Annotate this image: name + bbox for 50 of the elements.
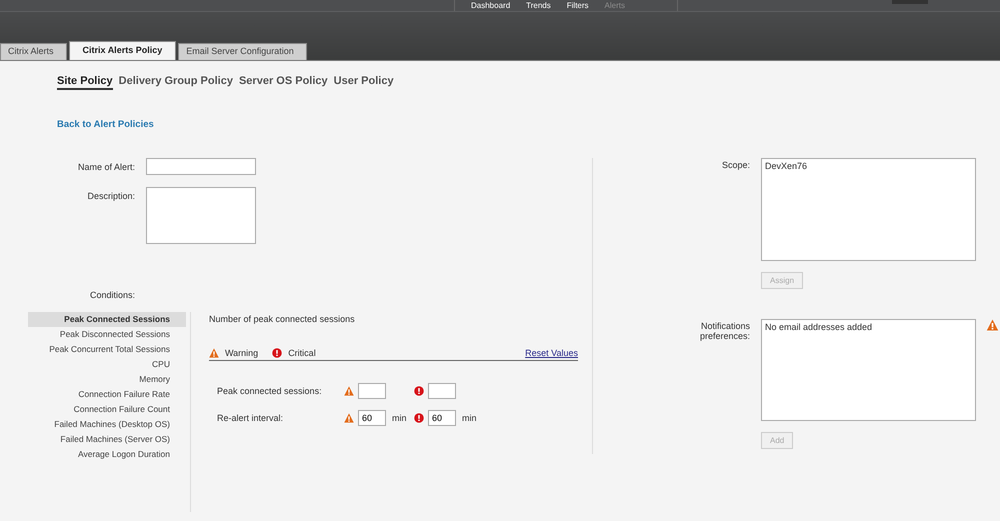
field-label: Name of Alert: bbox=[76, 161, 135, 172]
warning-threshold-field[interactable] bbox=[358, 383, 386, 399]
description-field[interactable] bbox=[146, 187, 256, 244]
warning-icon bbox=[344, 386, 354, 396]
policy-tab[interactable]: Server OS Policy bbox=[238, 75, 328, 90]
threshold-label: Peak connected sessions: bbox=[217, 386, 323, 396]
condition-item[interactable]: Peak Concurrent Total Sessions bbox=[28, 342, 186, 357]
policy-tab[interactable]: Site Policy bbox=[57, 75, 113, 90]
critical-icon bbox=[414, 386, 424, 396]
warning-icon bbox=[344, 413, 354, 423]
unit-label: min bbox=[392, 413, 407, 423]
field-label: Description: bbox=[86, 190, 135, 201]
condition-item[interactable]: Failed Machines (Desktop OS) bbox=[28, 417, 186, 432]
legend-label: Warning bbox=[225, 348, 258, 358]
condition-item[interactable]: Connection Failure Rate bbox=[28, 387, 186, 402]
tab[interactable]: Citrix Alerts Policy bbox=[68, 41, 176, 60]
critical-icon bbox=[414, 413, 424, 423]
legend-label: Critical bbox=[288, 348, 316, 358]
critical-icon bbox=[272, 348, 282, 358]
condition-item[interactable]: Memory bbox=[28, 372, 186, 387]
condition-item[interactable]: Peak Disconnected Sessions bbox=[28, 327, 186, 342]
reset-link[interactable]: Reset Values bbox=[525, 348, 578, 358]
condition-item[interactable]: Peak Connected Sessions bbox=[28, 312, 186, 327]
condition-item[interactable]: Connection Failure Count bbox=[28, 402, 186, 417]
name-field[interactable] bbox=[146, 158, 256, 175]
nav-link[interactable]: Dashboard bbox=[471, 1, 510, 10]
warning-icon bbox=[209, 348, 219, 358]
list-entry: No email addresses added bbox=[765, 322, 874, 332]
nav-link[interactable]: Filters bbox=[566, 1, 589, 10]
nav-link[interactable]: Trends bbox=[526, 1, 551, 10]
list-entry: DevXen76 bbox=[765, 161, 808, 171]
condition-item[interactable]: CPU bbox=[28, 357, 186, 372]
email-list[interactable]: No email addresses added bbox=[761, 319, 976, 421]
field-label: Conditions: bbox=[88, 289, 135, 300]
critical-threshold-field[interactable]: 60 bbox=[428, 410, 456, 426]
tab[interactable]: Email Server Configuration bbox=[178, 43, 307, 60]
condition-item[interactable]: Failed Machines (Server OS) bbox=[28, 432, 186, 447]
scope-list[interactable]: DevXen76 bbox=[761, 158, 976, 261]
panel-title: Number of peak connected sessions bbox=[209, 314, 356, 324]
tab[interactable]: Citrix Alerts bbox=[0, 43, 67, 60]
field-label: Scope: bbox=[720, 159, 750, 170]
warning-threshold-field[interactable]: 60 bbox=[358, 410, 386, 426]
policy-tab[interactable]: Delivery Group Policy bbox=[118, 75, 233, 90]
back-link[interactable]: Back to Alert Policies bbox=[57, 119, 154, 130]
critical-threshold-field[interactable] bbox=[428, 383, 456, 399]
threshold-label: Re-alert interval: bbox=[217, 413, 284, 423]
field-label: Notifications preferences: bbox=[700, 320, 750, 341]
condition-item[interactable]: Average Logon Duration bbox=[28, 447, 186, 462]
unit-label: min bbox=[462, 413, 477, 423]
policy-tab[interactable]: User Policy bbox=[334, 75, 394, 90]
